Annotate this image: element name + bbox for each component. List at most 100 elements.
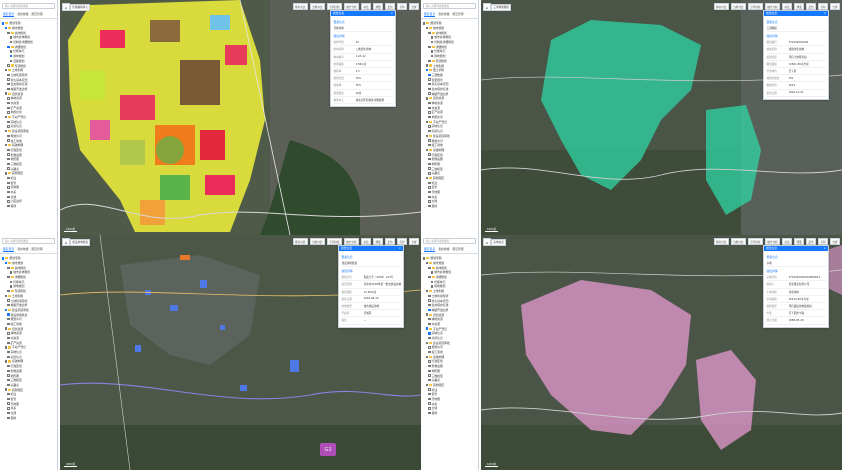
layer-checkbox[interactable] [7,134,10,138]
layer-checkbox[interactable] [428,158,431,161]
toolbar-button[interactable]: 分屏对比 [730,3,746,11]
layer-checkbox[interactable] [430,280,434,283]
layer-checkbox[interactable] [9,285,13,288]
layer-checkbox[interactable] [7,332,10,335]
layer-checkbox[interactable] [428,167,431,170]
layer-checkbox[interactable] [430,40,434,44]
layer-checkbox[interactable] [7,31,10,34]
active-layer-tag[interactable]: 建设用地批复 [70,238,91,246]
layer-checkbox[interactable] [4,294,7,298]
layer-checkbox[interactable] [4,92,7,95]
toolbar-button[interactable]: 空间分析 [747,238,763,246]
layer-tree-item[interactable]: 其他 [423,204,476,209]
layer-checkbox[interactable] [7,87,10,91]
layer-checkbox[interactable] [7,181,10,184]
layer-checkbox[interactable] [9,59,13,63]
layer-checkbox[interactable] [428,308,431,312]
tab-layer-catalog[interactable]: 图层目录 [3,12,15,17]
layer-search-input[interactable]: 输入关键词搜索图层 [2,3,55,9]
layer-checkbox[interactable] [428,402,431,405]
layer-checkbox[interactable] [428,31,431,34]
layer-checkbox[interactable] [7,73,10,77]
layer-checkbox[interactable] [430,271,434,274]
feature-name[interactable]: 宗地 [766,260,826,268]
layer-checkbox[interactable] [428,411,431,415]
layer-checkbox[interactable] [428,275,431,279]
layer-checkbox[interactable] [423,22,426,25]
layer-checkbox[interactable] [428,129,431,133]
route-badge[interactable]: G2 [320,443,336,456]
layer-checkbox[interactable] [428,350,431,354]
tab-layer-catalog[interactable]: 图层目录 [424,247,436,252]
toolbar-button[interactable]: 分屏对比 [309,3,325,11]
toolbar-button[interactable]: 卷帘对比 [713,238,729,246]
layer-checkbox[interactable] [4,69,7,72]
layer-checkbox[interactable] [7,97,10,100]
layer-search-input[interactable]: 输入关键词搜索图层 [423,3,476,9]
toolbar-button[interactable]: 全屏 [830,238,840,246]
layer-checkbox[interactable] [7,318,10,321]
layer-checkbox[interactable] [7,111,10,114]
layer-checkbox[interactable] [425,261,428,265]
layer-checkbox[interactable] [428,73,431,77]
layer-checkbox[interactable] [425,383,428,387]
layer-checkbox[interactable] [428,266,431,269]
toolbar-button[interactable]: 全屏 [409,238,419,246]
tab-favorites[interactable]: 我的收藏 [17,247,28,252]
tab-layer-manage[interactable]: 图层管理 [452,12,463,17]
layer-checkbox[interactable] [428,172,431,175]
layer-checkbox[interactable] [425,313,428,316]
map-view[interactable]: ⌂ 控规编制单元 卷帘对比 分屏对比 空间分析 统计分析 标绘 测量 定位 打印 全屏 属性信息… [60,0,421,235]
layer-checkbox[interactable] [428,181,431,184]
layer-checkbox[interactable] [7,402,10,405]
toolbar-button[interactable]: 打印 [397,3,408,11]
layer-checkbox[interactable] [428,59,431,63]
home-icon[interactable]: ⌂ [483,3,491,11]
layer-checkbox[interactable] [4,388,7,391]
layer-checkbox[interactable] [4,144,7,147]
tab-layer-catalog[interactable]: 图层目录 [3,247,15,252]
layer-checkbox[interactable] [4,261,7,265]
layer-checkbox[interactable] [7,45,10,48]
toolbar-button[interactable]: 分屏对比 [309,238,325,246]
layer-checkbox[interactable] [4,327,7,330]
layer-checkbox[interactable] [4,129,7,133]
layer-checkbox[interactable] [7,364,10,368]
layer-checkbox[interactable] [428,397,431,401]
layer-checkbox[interactable] [7,64,10,67]
layer-checkbox[interactable] [428,332,431,335]
layer-checkbox[interactable] [7,336,10,340]
layer-checkbox[interactable] [428,360,431,363]
layer-checkbox[interactable] [428,92,431,95]
tab-layer-manage[interactable]: 图层管理 [452,247,463,252]
layer-checkbox[interactable] [428,139,431,142]
layer-checkbox[interactable] [428,322,431,326]
layer-checkbox[interactable] [7,341,10,344]
toolbar-button[interactable]: 分屏对比 [730,238,746,246]
active-layer-tag[interactable]: 三调地类图斑 [491,3,512,11]
close-icon[interactable]: × [824,11,826,16]
layer-checkbox[interactable] [425,64,428,67]
toolbar-button[interactable]: 卷帘对比 [292,3,308,11]
map-view[interactable]: ⌂ 三调地类图斑 卷帘对比 分屏对比 空间分析 统计分析 标绘 测量 定位 打印 全屏 属性信息… [481,0,842,235]
layer-checkbox[interactable] [7,350,10,354]
layer-checkbox[interactable] [428,195,431,198]
active-layer-tag[interactable]: 宗地信息 [491,238,507,246]
layer-checkbox[interactable] [425,97,428,100]
layer-checkbox[interactable] [428,186,431,189]
toolbar-button[interactable]: 空间分析 [747,3,763,11]
tab-favorites[interactable]: 我的收藏 [438,12,449,17]
layer-checkbox[interactable] [7,275,10,279]
layer-checkbox[interactable] [428,369,431,373]
layer-checkbox[interactable] [7,101,10,105]
layer-checkbox[interactable] [2,257,5,260]
layer-checkbox[interactable] [428,200,431,203]
layer-checkbox[interactable] [7,322,10,326]
home-icon[interactable]: ⌂ [62,3,70,11]
layer-checkbox[interactable] [4,346,7,349]
toolbar-button[interactable]: 全屏 [830,3,840,11]
layer-checkbox[interactable] [7,186,10,189]
layer-tree-item[interactable]: 其他 [2,204,55,209]
layer-checkbox[interactable] [9,54,13,58]
toolbar-button[interactable]: 全屏 [409,3,419,11]
